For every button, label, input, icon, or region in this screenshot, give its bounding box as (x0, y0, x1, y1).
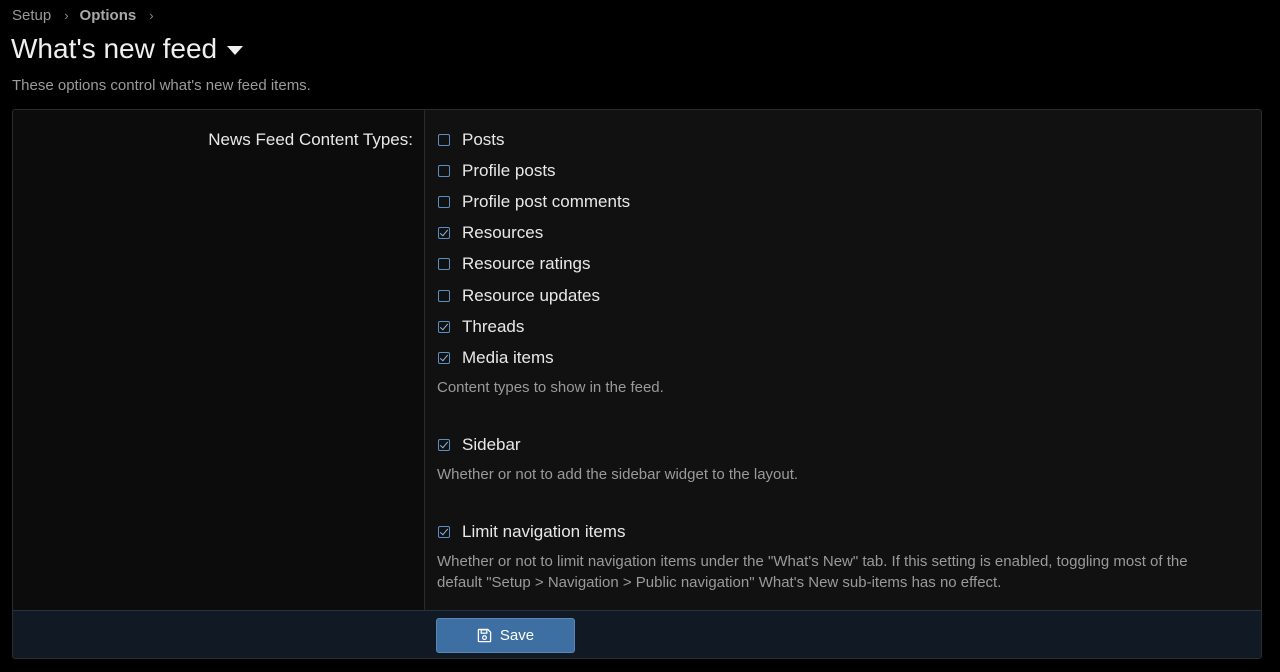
checkbox-label: Profile post comments (462, 192, 631, 211)
checkbox-label: Media items (462, 348, 554, 367)
checkbox-resource-ratings[interactable]: Resource ratings (437, 252, 591, 276)
checkbox-label: Resource ratings (462, 254, 591, 273)
save-button[interactable]: Save (436, 618, 575, 653)
chevron-right-icon: › (149, 8, 154, 23)
checkbox-label: Sidebar (462, 435, 521, 454)
chevron-right-icon: › (64, 8, 69, 23)
checkbox-profile-posts[interactable]: Profile posts (437, 159, 556, 183)
checkbox-label: Resource updates (462, 286, 600, 305)
save-button-label: Save (499, 627, 535, 644)
checkbox-label: Profile posts (462, 161, 556, 180)
checkbox-box[interactable] (438, 258, 450, 270)
checkbox-label: Threads (462, 317, 525, 336)
options-panel: News Feed Content Types: Posts Profile p… (12, 109, 1262, 659)
checkbox-resources[interactable]: Resources (437, 221, 543, 245)
save-icon (477, 628, 492, 643)
breadcrumb-item-options[interactable]: Options (80, 7, 137, 24)
checkbox-box[interactable] (438, 321, 450, 333)
page-title-text: What's new feed (11, 33, 218, 64)
checkbox-sidebar[interactable]: Sidebar (437, 433, 521, 457)
page-title[interactable]: What's new feed (11, 33, 244, 65)
checkbox-label: Resources (462, 223, 544, 242)
page-description: These options control what's new feed it… (12, 77, 311, 94)
checkbox-box[interactable] (438, 526, 450, 538)
limit-navigation-hint: Whether or not to limit navigation items… (437, 551, 1227, 593)
checkbox-label: Limit navigation items (462, 522, 626, 541)
checkbox-limit-navigation[interactable]: Limit navigation items (437, 520, 625, 544)
checkbox-label: Posts (462, 130, 505, 149)
checkbox-media-items[interactable]: Media items (437, 346, 554, 370)
breadcrumb-item-setup[interactable]: Setup (12, 7, 51, 24)
sidebar-hint: Whether or not to add the sidebar widget… (437, 466, 799, 483)
checkbox-profile-post-comments[interactable]: Profile post comments (437, 190, 630, 214)
checkbox-box[interactable] (438, 290, 450, 302)
caret-down-icon[interactable] (227, 46, 244, 55)
checkbox-box[interactable] (438, 352, 450, 364)
checkbox-box[interactable] (438, 134, 450, 146)
checkbox-box[interactable] (438, 439, 450, 451)
hint-line: Whether or not to limit navigation items… (437, 553, 1188, 570)
checkbox-box[interactable] (438, 227, 450, 239)
form-footer: Save (13, 610, 1261, 658)
checkbox-box[interactable] (438, 165, 450, 177)
checkbox-posts[interactable]: Posts (437, 128, 505, 152)
checkbox-box[interactable] (438, 196, 450, 208)
checkbox-threads[interactable]: Threads (437, 315, 524, 339)
content-types-label: News Feed Content Types: (208, 130, 413, 149)
label-column: News Feed Content Types: (13, 110, 425, 610)
breadcrumb: Setup › Options › (12, 7, 165, 24)
hint-line: default "Setup > Navigation > Public nav… (437, 574, 1002, 591)
content-types-hint: Content types to show in the feed. (437, 379, 664, 396)
checkbox-resource-updates[interactable]: Resource updates (437, 284, 600, 308)
